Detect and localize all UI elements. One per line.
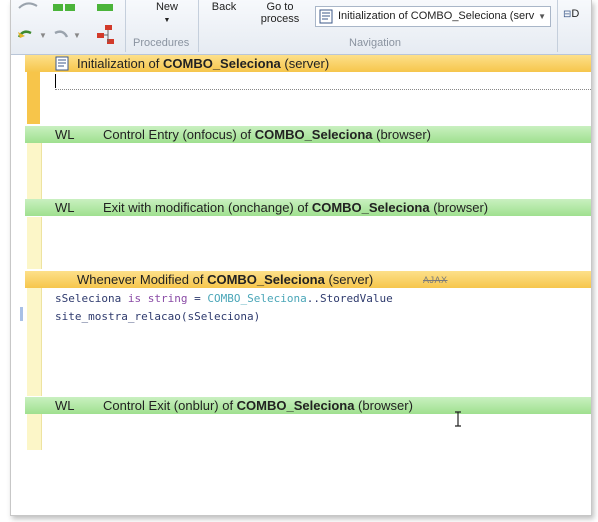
control-name: COMBO_Seleciona (254, 127, 373, 142)
section-title-suffix: (server) (324, 272, 374, 287)
gutter-whenever-modified (27, 288, 42, 396)
section-title-suffix: (browser) (354, 398, 413, 413)
section-header-whenever-modified[interactable]: Whenever Modified of COMBO_Seleciona (se… (25, 271, 591, 288)
new-dropdown-icon: ▼ (163, 17, 171, 24)
code-variable: sSeleciona (55, 292, 122, 305)
code-keyword-is: is (121, 292, 148, 305)
process-document-icon (319, 9, 333, 24)
gutter-initialization (27, 72, 40, 124)
new-procedure-button[interactable]: New ▼ (147, 1, 187, 27)
combo-dropdown-icon: ▼ (538, 12, 546, 21)
section-language-label: WL (55, 127, 75, 142)
section-title-prefix: Whenever Modified of (77, 272, 208, 287)
section-title-prefix: Control Entry (onfocus) of (103, 127, 255, 142)
section-header-onfocus[interactable]: WL Control Entry (onfocus) of COMBO_Sele… (25, 126, 591, 143)
process-selector-combo[interactable]: Initialization of COMBO_Seleciona (serv … (315, 6, 551, 27)
code-line-2[interactable]: site_mostra_relacao(sSeleciona) (55, 310, 260, 324)
control-name: COMBO_Seleciona (236, 398, 355, 413)
ribbon-toolbar: ▼ ▼ New ▼ Procedures Back Go to process … (11, 0, 591, 55)
right-button-label: D (571, 8, 580, 20)
undo-icon[interactable] (17, 28, 35, 42)
process-document-icon (55, 56, 69, 71)
section-header-initialization[interactable]: Initialization of COMBO_Seleciona (serve… (25, 55, 591, 72)
go-to-process-button[interactable]: Go to process (255, 1, 305, 25)
code-control-ref: COMBO_Seleciona (207, 292, 307, 305)
goto-label-line2: process (260, 13, 300, 25)
text-ibeam-cursor-icon (455, 411, 461, 427)
gutter-onchange (27, 217, 42, 269)
group-label-procedures: Procedures (133, 37, 190, 49)
back-button[interactable]: Back (206, 1, 242, 13)
back-label: Back (211, 1, 237, 13)
gutter-onblur (27, 414, 42, 450)
section-title-prefix: Control Exit (onblur) of (103, 398, 237, 413)
section-header-onchange[interactable]: WL Exit with modification (onchange) of … (25, 199, 591, 216)
current-line-indicator (55, 89, 591, 90)
section-title-prefix: Initialization of (77, 56, 163, 71)
combo-value: Initialization of COMBO_Seleciona (serv (338, 10, 535, 22)
compile-icon[interactable] (51, 0, 81, 14)
control-name: COMBO_Seleciona (311, 200, 430, 215)
section-header-onblur[interactable]: WL Control Exit (onblur) of COMBO_Seleci… (25, 397, 591, 414)
section-title-suffix: (browser) (372, 127, 432, 142)
run-icon[interactable] (17, 0, 41, 12)
section-language-label: WL (55, 200, 75, 215)
tree-structure-icon[interactable] (95, 24, 117, 46)
code-property: ..StoredValue (306, 292, 393, 305)
section-title-suffix: (server) (280, 56, 330, 71)
code-line-1[interactable]: sSeleciona is string = COMBO_Seleciona..… (55, 292, 393, 306)
section-title-suffix: (browser) (429, 200, 489, 215)
control-name: COMBO_Seleciona (163, 56, 281, 71)
gutter-onfocus (27, 143, 42, 199)
test-icon[interactable] (95, 0, 117, 14)
new-label: New (155, 1, 178, 13)
code-assign: = (187, 292, 208, 305)
section-language-label: WL (55, 398, 75, 413)
group-label-navigation: Navigation (349, 37, 401, 49)
control-name: COMBO_Seleciona (207, 272, 325, 287)
code-editor[interactable]: Initialization of COMBO_Seleciona (serve… (11, 55, 591, 515)
text-cursor (55, 74, 56, 88)
section-title-prefix: Exit with modification (onchange) of (103, 200, 312, 215)
redo-icon[interactable] (51, 28, 69, 42)
code-type: string (147, 292, 188, 305)
line-change-marker (20, 307, 23, 321)
ajax-toggle-badge[interactable]: AJAX (423, 272, 448, 289)
code-editor-window: ▼ ▼ New ▼ Procedures Back Go to process … (10, 0, 592, 516)
redo-dropdown-icon[interactable]: ▼ (73, 31, 81, 40)
undo-dropdown-icon[interactable]: ▼ (39, 31, 47, 40)
right-ribbon-button[interactable]: ⊟D (563, 8, 591, 21)
goto-label-line1: Go to (266, 1, 294, 13)
